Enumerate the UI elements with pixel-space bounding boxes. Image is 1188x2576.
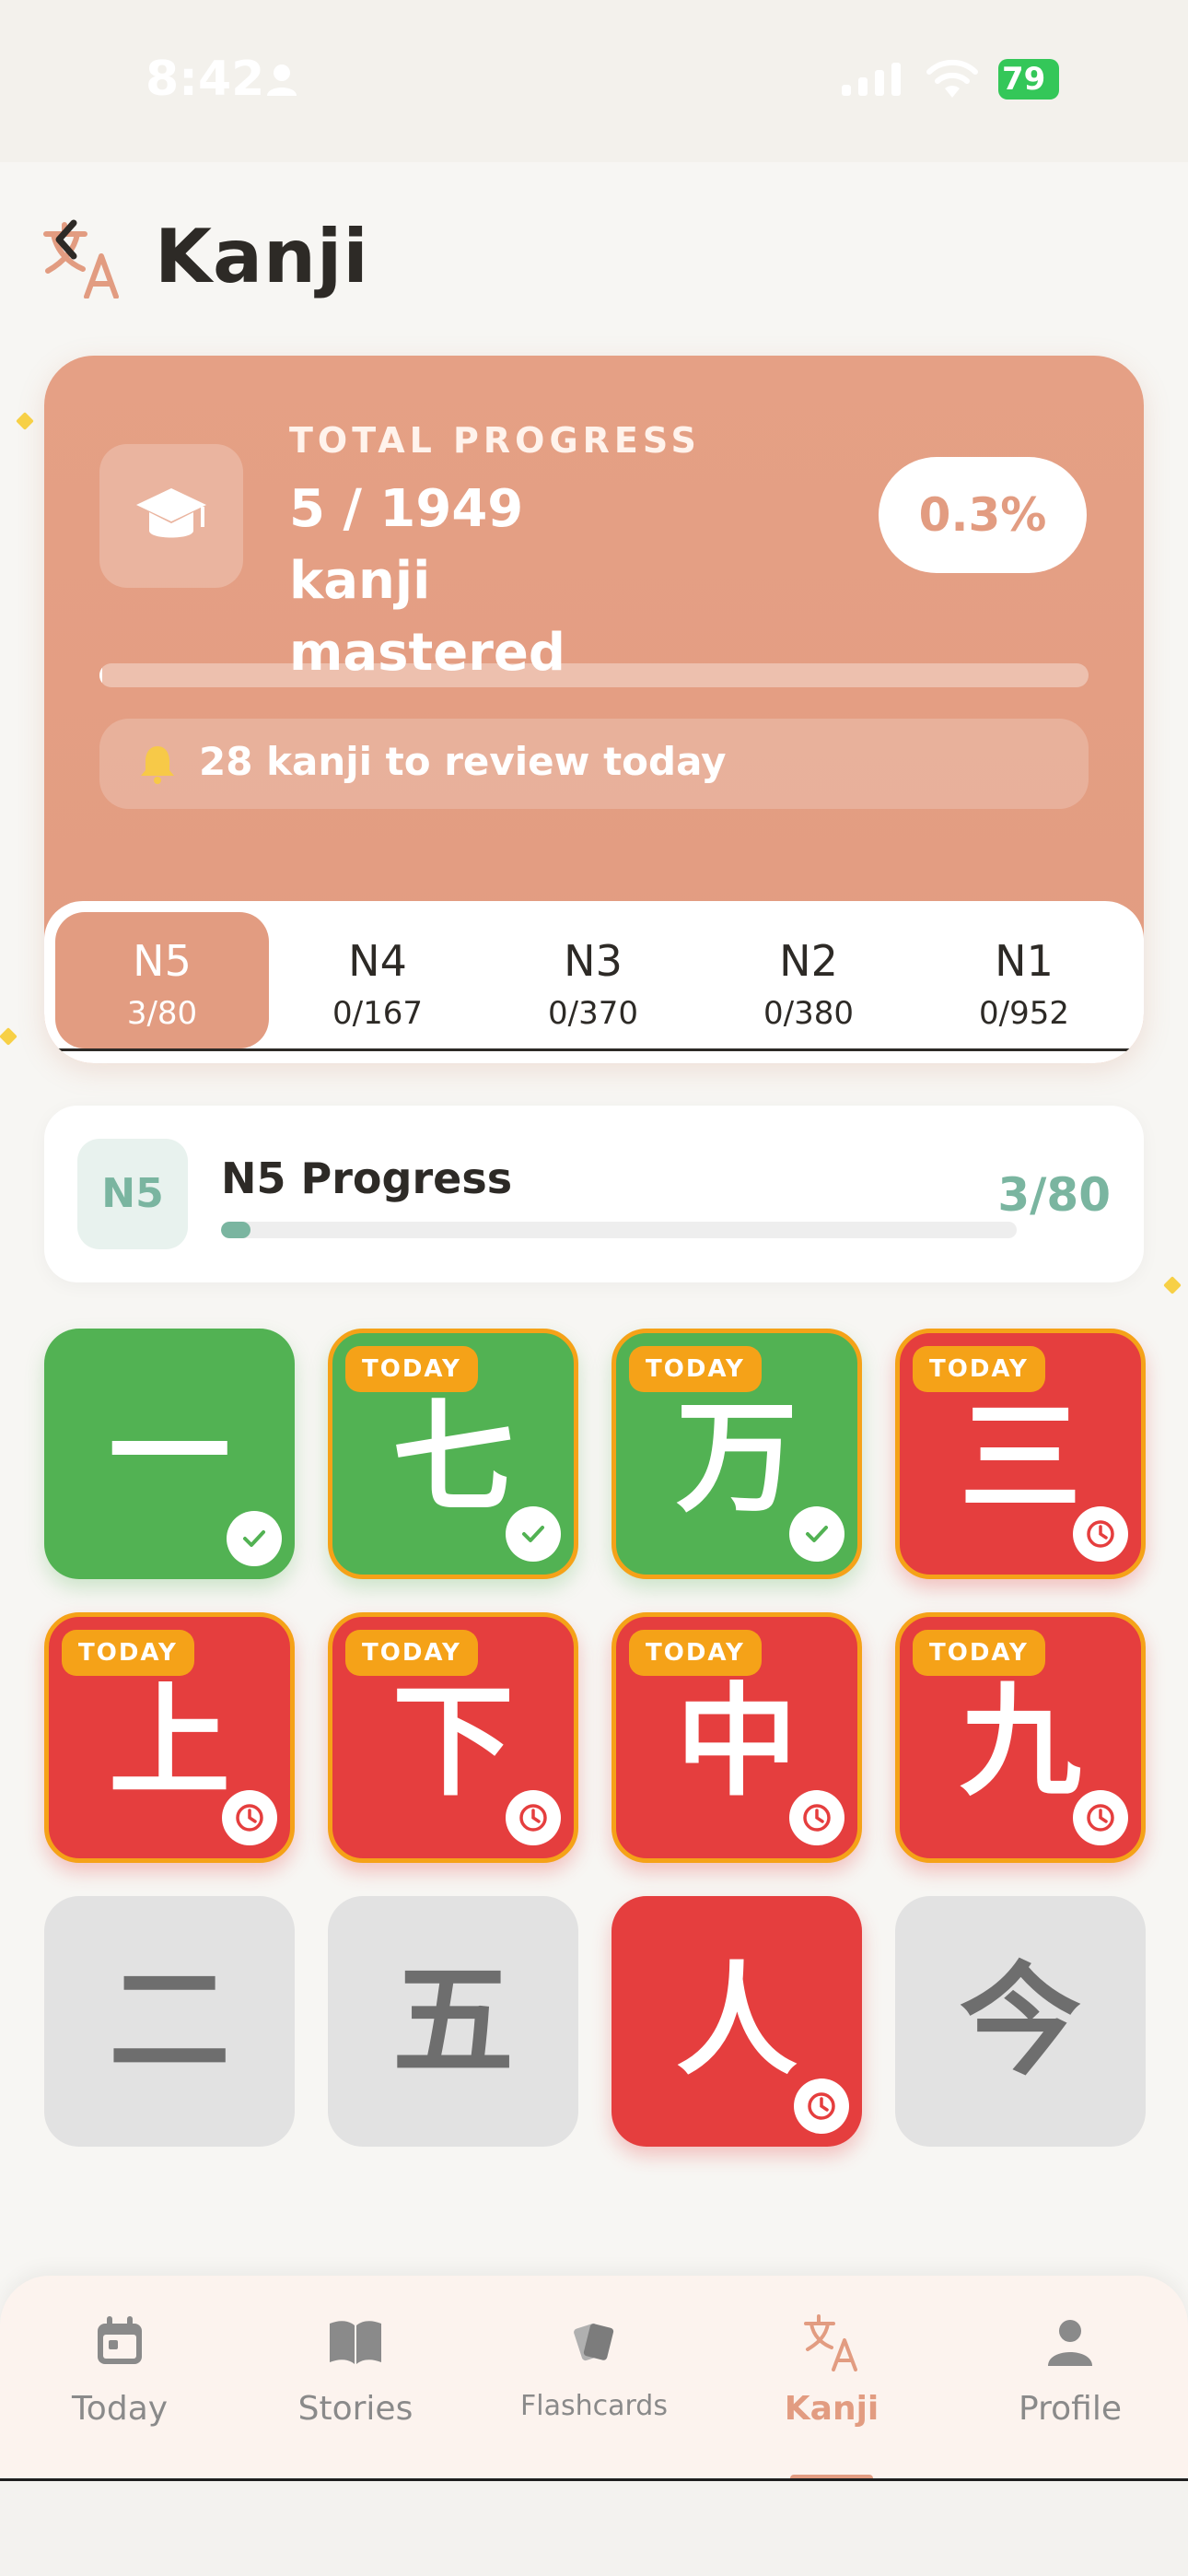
checkmark-icon — [506, 1506, 561, 1562]
level-badge: N5 — [77, 1139, 188, 1249]
total-progress-value: 5 / 1949 kanji mastered — [289, 479, 565, 683]
total-progress-bar-fill — [99, 663, 103, 687]
tab-label: Kanji — [784, 2390, 879, 2428]
today-badge: TODAY — [345, 1346, 478, 1392]
tab-profile[interactable]: Profile — [969, 2313, 1171, 2428]
level-name: N1 — [995, 936, 1054, 986]
level-progress-count: 3/80 — [997, 1168, 1111, 1222]
cards-icon — [574, 2323, 614, 2361]
calendar-icon — [98, 2316, 142, 2364]
today-badge: TODAY — [913, 1630, 1045, 1676]
kanji-tile[interactable]: 三 TODAY — [895, 1329, 1146, 1579]
person-status-icon — [267, 64, 297, 96]
level-tabs-underline — [55, 1048, 1133, 1051]
level-count: 3/80 — [126, 995, 198, 1032]
graduation-cap-icon — [136, 488, 206, 538]
tab-label: Today — [71, 2390, 169, 2428]
level-count: 0/370 — [548, 995, 638, 1032]
kanji-tile[interactable]: 下 TODAY — [328, 1612, 578, 1863]
tab-n2[interactable]: N2 0/380 — [702, 912, 915, 1048]
book-icon — [330, 2321, 381, 2364]
total-progress-label: TOTAL PROGRESS — [289, 420, 701, 461]
kanji-tile[interactable]: 万 TODAY — [611, 1329, 862, 1579]
tab-n4[interactable]: N4 0/167 — [271, 912, 484, 1048]
tab-label: Profile — [1019, 2390, 1122, 2428]
level-name: N3 — [564, 936, 623, 986]
sparkle-decoration — [16, 412, 34, 430]
level-count: 0/952 — [979, 995, 1069, 1032]
tab-flashcards[interactable]: Flashcards — [493, 2313, 695, 2422]
total-progress-percent: 0.3% — [879, 457, 1087, 573]
kanji-tile[interactable]: 九 TODAY — [895, 1612, 1146, 1863]
level-progress-bar — [221, 1222, 1017, 1238]
today-badge: TODAY — [62, 1630, 194, 1676]
today-badge: TODAY — [345, 1630, 478, 1676]
tab-n1[interactable]: N1 0/952 — [917, 912, 1131, 1048]
tab-label: Stories — [297, 2390, 413, 2428]
today-badge: TODAY — [913, 1346, 1045, 1392]
clock-icon — [506, 1790, 561, 1845]
kanji-tile[interactable]: 中 TODAY — [611, 1612, 862, 1863]
level-progress-card: N5 N5 Progress 3/80 — [44, 1106, 1144, 1282]
kanji-tile[interactable]: 今 — [895, 1896, 1146, 2147]
kanji-character: 五 — [392, 1950, 514, 2092]
clock-icon — [794, 2078, 849, 2134]
level-progress-bar-fill — [221, 1222, 251, 1238]
total-progress-bar — [99, 663, 1089, 687]
person-icon — [1048, 2320, 1092, 2366]
level-name: N2 — [779, 936, 838, 986]
sparkle-decoration — [0, 1027, 17, 1046]
level-count: 0/167 — [332, 995, 423, 1032]
kanji-character: 二 — [109, 1950, 230, 2092]
level-name: N5 — [133, 936, 192, 986]
clock-icon — [1073, 1506, 1128, 1562]
tab-label: Flashcards — [520, 2390, 668, 2422]
bell-icon — [141, 746, 174, 784]
kanji-character: 今 — [960, 1950, 1081, 2092]
total-progress-card: TOTAL PROGRESS 5 / 1949 kanji mastered 0… — [44, 356, 1144, 1063]
tab-today[interactable]: Today — [18, 2313, 221, 2428]
level-tabs: N5 3/80 N4 0/167 N3 0/370 N2 0/380 N1 0/… — [44, 901, 1144, 1063]
kanji-tile[interactable]: 五 — [328, 1896, 578, 2147]
clock-icon — [789, 1790, 844, 1845]
review-banner[interactable]: 28 kanji to review today — [99, 719, 1089, 809]
today-badge: TODAY — [629, 1630, 762, 1676]
tab-kanji[interactable]: Kanji — [730, 2313, 933, 2428]
checkmark-icon — [227, 1511, 282, 1566]
battery-indicator: 79 — [998, 59, 1059, 100]
sparkle-decoration — [1163, 1276, 1182, 1294]
tab-n3[interactable]: N3 0/370 — [486, 912, 700, 1048]
clock-icon — [222, 1790, 277, 1845]
status-bar: 8:42 79 — [0, 0, 1188, 162]
kanji-tile[interactable]: 二 — [44, 1896, 295, 2147]
home-indicator-area — [0, 2481, 1188, 2576]
signal-icon — [842, 63, 901, 96]
status-time: 8:42 — [146, 52, 265, 107]
clock-icon — [1073, 1790, 1128, 1845]
level-count: 0/380 — [763, 995, 854, 1032]
kanji-tile[interactable]: 人 — [611, 1896, 862, 2147]
tab-n5[interactable]: N5 3/80 — [55, 912, 269, 1048]
wifi-icon — [926, 59, 978, 98]
kanji-tile[interactable]: 七 TODAY — [328, 1329, 578, 1579]
checkmark-icon — [789, 1506, 844, 1562]
tab-stories[interactable]: Stories — [254, 2313, 457, 2428]
graduation-cap-icon-box — [99, 444, 243, 588]
today-badge: TODAY — [629, 1346, 762, 1392]
page-title: Kanji — [155, 214, 369, 299]
back-translate-icon[interactable] — [42, 219, 125, 299]
kanji-tile[interactable]: 上 TODAY — [44, 1612, 295, 1863]
review-text: 28 kanji to review today — [199, 739, 727, 784]
level-progress-title: N5 Progress — [221, 1153, 513, 1203]
translate-icon — [804, 2314, 857, 2371]
level-name: N4 — [348, 936, 407, 986]
bottom-tab-bar: Today Stories Flashcards Kanji Profile — [0, 2276, 1188, 2482]
kanji-tile[interactable]: 一 — [44, 1329, 295, 1579]
